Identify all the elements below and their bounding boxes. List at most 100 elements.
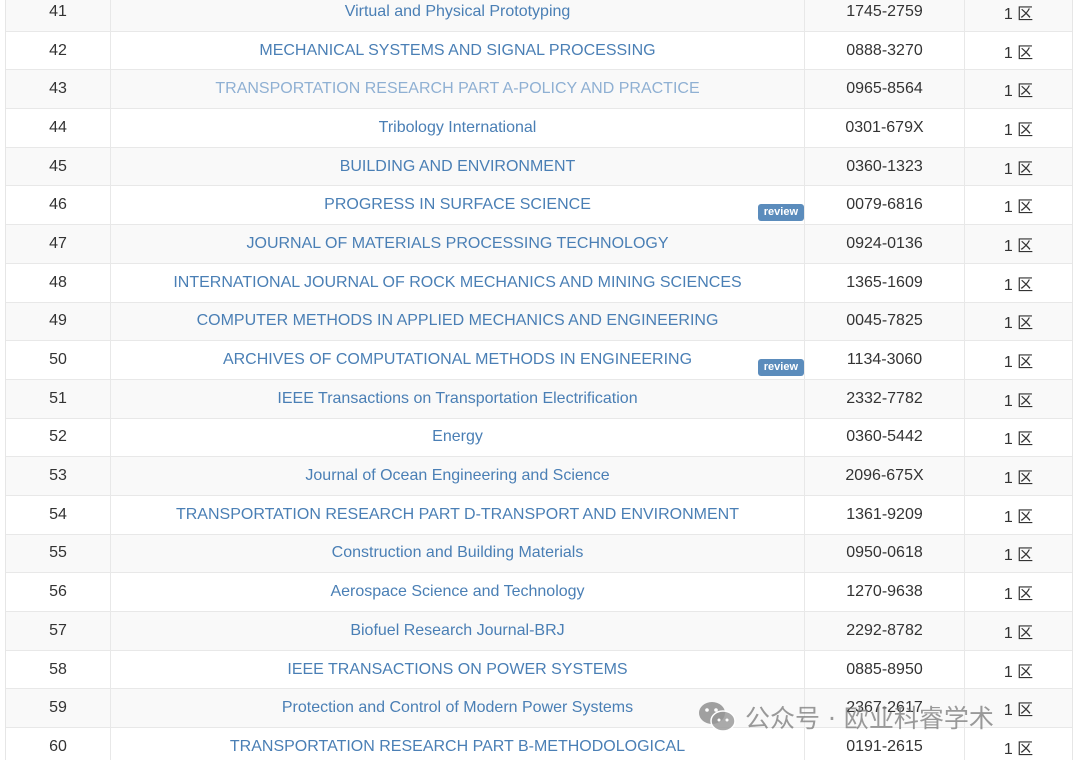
title-cell: PROGRESS IN SURFACE SCIENCE review xyxy=(111,186,805,225)
table-row: 60 TRANSPORTATION RESEARCH PART B-METHODO… xyxy=(6,728,1072,760)
rank-cell: 42 xyxy=(6,31,111,70)
rank-cell: 56 xyxy=(6,573,111,611)
journal-title-link[interactable]: TRANSPORTATION RESEARCH PART D-TRANSPORT… xyxy=(176,506,739,524)
zone-cell: 1 区 xyxy=(1003,624,1034,642)
rank-cell: 52 xyxy=(6,418,111,457)
title-cell: Biofuel Research Journal-BRJ xyxy=(111,612,805,650)
journal-title-link[interactable]: Journal of Ocean Engineering and Science xyxy=(305,467,609,485)
journal-title-link[interactable]: Energy xyxy=(432,428,483,446)
zone-cell: 1 区 xyxy=(1003,315,1034,333)
rank-cell: 49 xyxy=(6,302,111,341)
zone-cell: 1 区 xyxy=(1003,276,1034,294)
table-row: 57 Biofuel Research Journal-BRJ 2292-8782 1… xyxy=(6,612,1072,651)
journal-title-link[interactable]: JOURNAL OF MATERIALS PROCESSING TECHNOLO… xyxy=(247,235,669,253)
title-cell: COMPUTER METHODS IN APPLIED MECHANICS AN… xyxy=(111,302,805,341)
issn-cell: 1270-9638 xyxy=(805,573,965,611)
journal-title-link[interactable]: Biofuel Research Journal-BRJ xyxy=(350,622,564,640)
issn-cell: 0360-5442 xyxy=(805,418,965,457)
title-cell: TRANSPORTATION RESEARCH PART D-TRANSPORT… xyxy=(111,495,805,534)
zone-cell: 1 区 xyxy=(1003,663,1034,681)
journal-title-link[interactable]: IEEE Transactions on Transportation Elec… xyxy=(277,390,637,408)
journal-title-link[interactable]: PROGRESS IN SURFACE SCIENCE xyxy=(324,196,591,214)
rank-cell: 41 xyxy=(6,0,111,31)
zone-cell: 1 区 xyxy=(1003,199,1034,217)
table-row: 47 JOURNAL OF MATERIALS PROCESSING TECHNO… xyxy=(6,225,1072,264)
rank-cell: 60 xyxy=(6,728,111,760)
issn-cell: 1745-2759 xyxy=(805,0,965,31)
rank-cell: 59 xyxy=(6,689,111,728)
title-cell: TRANSPORTATION RESEARCH PART B-METHODOLO… xyxy=(111,728,805,760)
issn-cell: 1361-9209 xyxy=(805,495,965,534)
table-row: 52 Energy 0360-5442 1 区 xyxy=(6,418,1072,458)
table-row: 54 TRANSPORTATION RESEARCH PART D-TRANSPO… xyxy=(6,495,1072,535)
journal-title-link[interactable]: TRANSPORTATION RESEARCH PART B-METHODOLO… xyxy=(230,738,685,756)
journal-title-link[interactable]: Protection and Control of Modern Power S… xyxy=(282,699,633,717)
title-cell: IEEE TRANSACTIONS ON POWER SYSTEMS xyxy=(111,650,805,689)
issn-cell: 0045-7825 xyxy=(805,302,965,341)
zone-cell: 1 区 xyxy=(1003,702,1034,720)
journal-title-link[interactable]: MECHANICAL SYSTEMS AND SIGNAL PROCESSING xyxy=(259,42,655,60)
issn-cell: 1365-1609 xyxy=(805,263,965,302)
zone-cell: 1 区 xyxy=(1003,508,1034,526)
zone-cell: 1 区 xyxy=(1003,431,1034,449)
title-cell: Energy xyxy=(111,418,805,457)
rank-cell: 50 xyxy=(6,341,111,379)
table-row: 45 BUILDING AND ENVIRONMENT 0360-1323 1 区 xyxy=(6,147,1072,187)
title-cell: Tribology International xyxy=(111,109,805,147)
issn-cell: 0191-2615 xyxy=(805,728,965,760)
title-cell: TRANSPORTATION RESEARCH PART A-POLICY AN… xyxy=(111,70,805,109)
table-row: 43 TRANSPORTATION RESEARCH PART A-POLICY … xyxy=(6,70,1072,110)
rank-cell: 46 xyxy=(6,186,111,225)
title-cell: ARCHIVES OF COMPUTATIONAL METHODS IN ENG… xyxy=(111,341,805,379)
rank-cell: 43 xyxy=(6,70,111,109)
issn-cell: 2367-2617 xyxy=(805,689,965,728)
journal-title-link[interactable]: INTERNATIONAL JOURNAL OF ROCK MECHANICS … xyxy=(173,274,741,292)
zone-cell: 1 区 xyxy=(1003,5,1034,23)
title-cell: Construction and Building Materials xyxy=(111,534,805,573)
zone-cell: 1 区 xyxy=(1003,547,1034,565)
journal-title-link[interactable]: Tribology International xyxy=(379,119,537,137)
issn-cell: 0885-8950 xyxy=(805,650,965,689)
issn-cell: 2292-8782 xyxy=(805,612,965,650)
rank-cell: 45 xyxy=(6,147,111,186)
title-cell: INTERNATIONAL JOURNAL OF ROCK MECHANICS … xyxy=(111,263,805,302)
title-cell: Protection and Control of Modern Power S… xyxy=(111,689,805,728)
issn-cell: 0301-679X xyxy=(805,109,965,147)
journal-title-link[interactable]: COMPUTER METHODS IN APPLIED MECHANICS AN… xyxy=(197,312,719,330)
rank-cell: 54 xyxy=(6,495,111,534)
zone-cell: 1 区 xyxy=(1003,121,1034,139)
journal-title-link[interactable]: TRANSPORTATION RESEARCH PART A-POLICY AN… xyxy=(215,80,699,98)
rank-cell: 47 xyxy=(6,225,111,263)
journal-title-link[interactable]: IEEE TRANSACTIONS ON POWER SYSTEMS xyxy=(287,661,627,679)
review-badge: review xyxy=(757,204,804,222)
table-row: 51 IEEE Transactions on Transportation El… xyxy=(6,379,1072,419)
journal-title-link[interactable]: ARCHIVES OF COMPUTATIONAL METHODS IN ENG… xyxy=(223,351,692,369)
rank-cell: 55 xyxy=(6,534,111,573)
title-cell: MECHANICAL SYSTEMS AND SIGNAL PROCESSING xyxy=(111,31,805,70)
table-row: 59 Protection and Control of Modern Power… xyxy=(6,689,1072,729)
title-cell: BUILDING AND ENVIRONMENT xyxy=(111,147,805,186)
zone-cell: 1 区 xyxy=(1003,586,1034,604)
table-row: 55 Construction and Building Materials 095… xyxy=(6,534,1072,574)
journal-title-link[interactable]: Virtual and Physical Prototyping xyxy=(345,3,571,21)
journal-title-link[interactable]: BUILDING AND ENVIRONMENT xyxy=(340,158,576,176)
zone-cell: 1 区 xyxy=(1003,44,1034,62)
title-cell: Journal of Ocean Engineering and Science xyxy=(111,457,805,495)
zone-cell: 1 区 xyxy=(1003,83,1034,101)
zone-cell: 1 区 xyxy=(1003,354,1034,372)
journal-title-link[interactable]: Construction and Building Materials xyxy=(332,544,584,562)
journal-title-link[interactable]: Aerospace Science and Technology xyxy=(330,583,584,601)
rank-cell: 48 xyxy=(6,263,111,302)
rank-cell: 57 xyxy=(6,612,111,650)
issn-cell: 2332-7782 xyxy=(805,379,965,418)
zone-cell: 1 区 xyxy=(1003,740,1034,758)
title-cell: JOURNAL OF MATERIALS PROCESSING TECHNOLO… xyxy=(111,225,805,263)
zone-cell: 1 区 xyxy=(1003,160,1034,178)
rank-cell: 44 xyxy=(6,109,111,147)
table-row: 50 ARCHIVES OF COMPUTATIONAL METHODS IN E… xyxy=(6,341,1072,380)
table-row: 41 Virtual and Physical Prototyping 1745-2… xyxy=(6,0,1072,32)
issn-cell: 0079-6816 xyxy=(805,186,965,225)
zone-cell: 1 区 xyxy=(1003,470,1034,488)
rank-cell: 51 xyxy=(6,379,111,418)
issn-cell: 0360-1323 xyxy=(805,147,965,186)
